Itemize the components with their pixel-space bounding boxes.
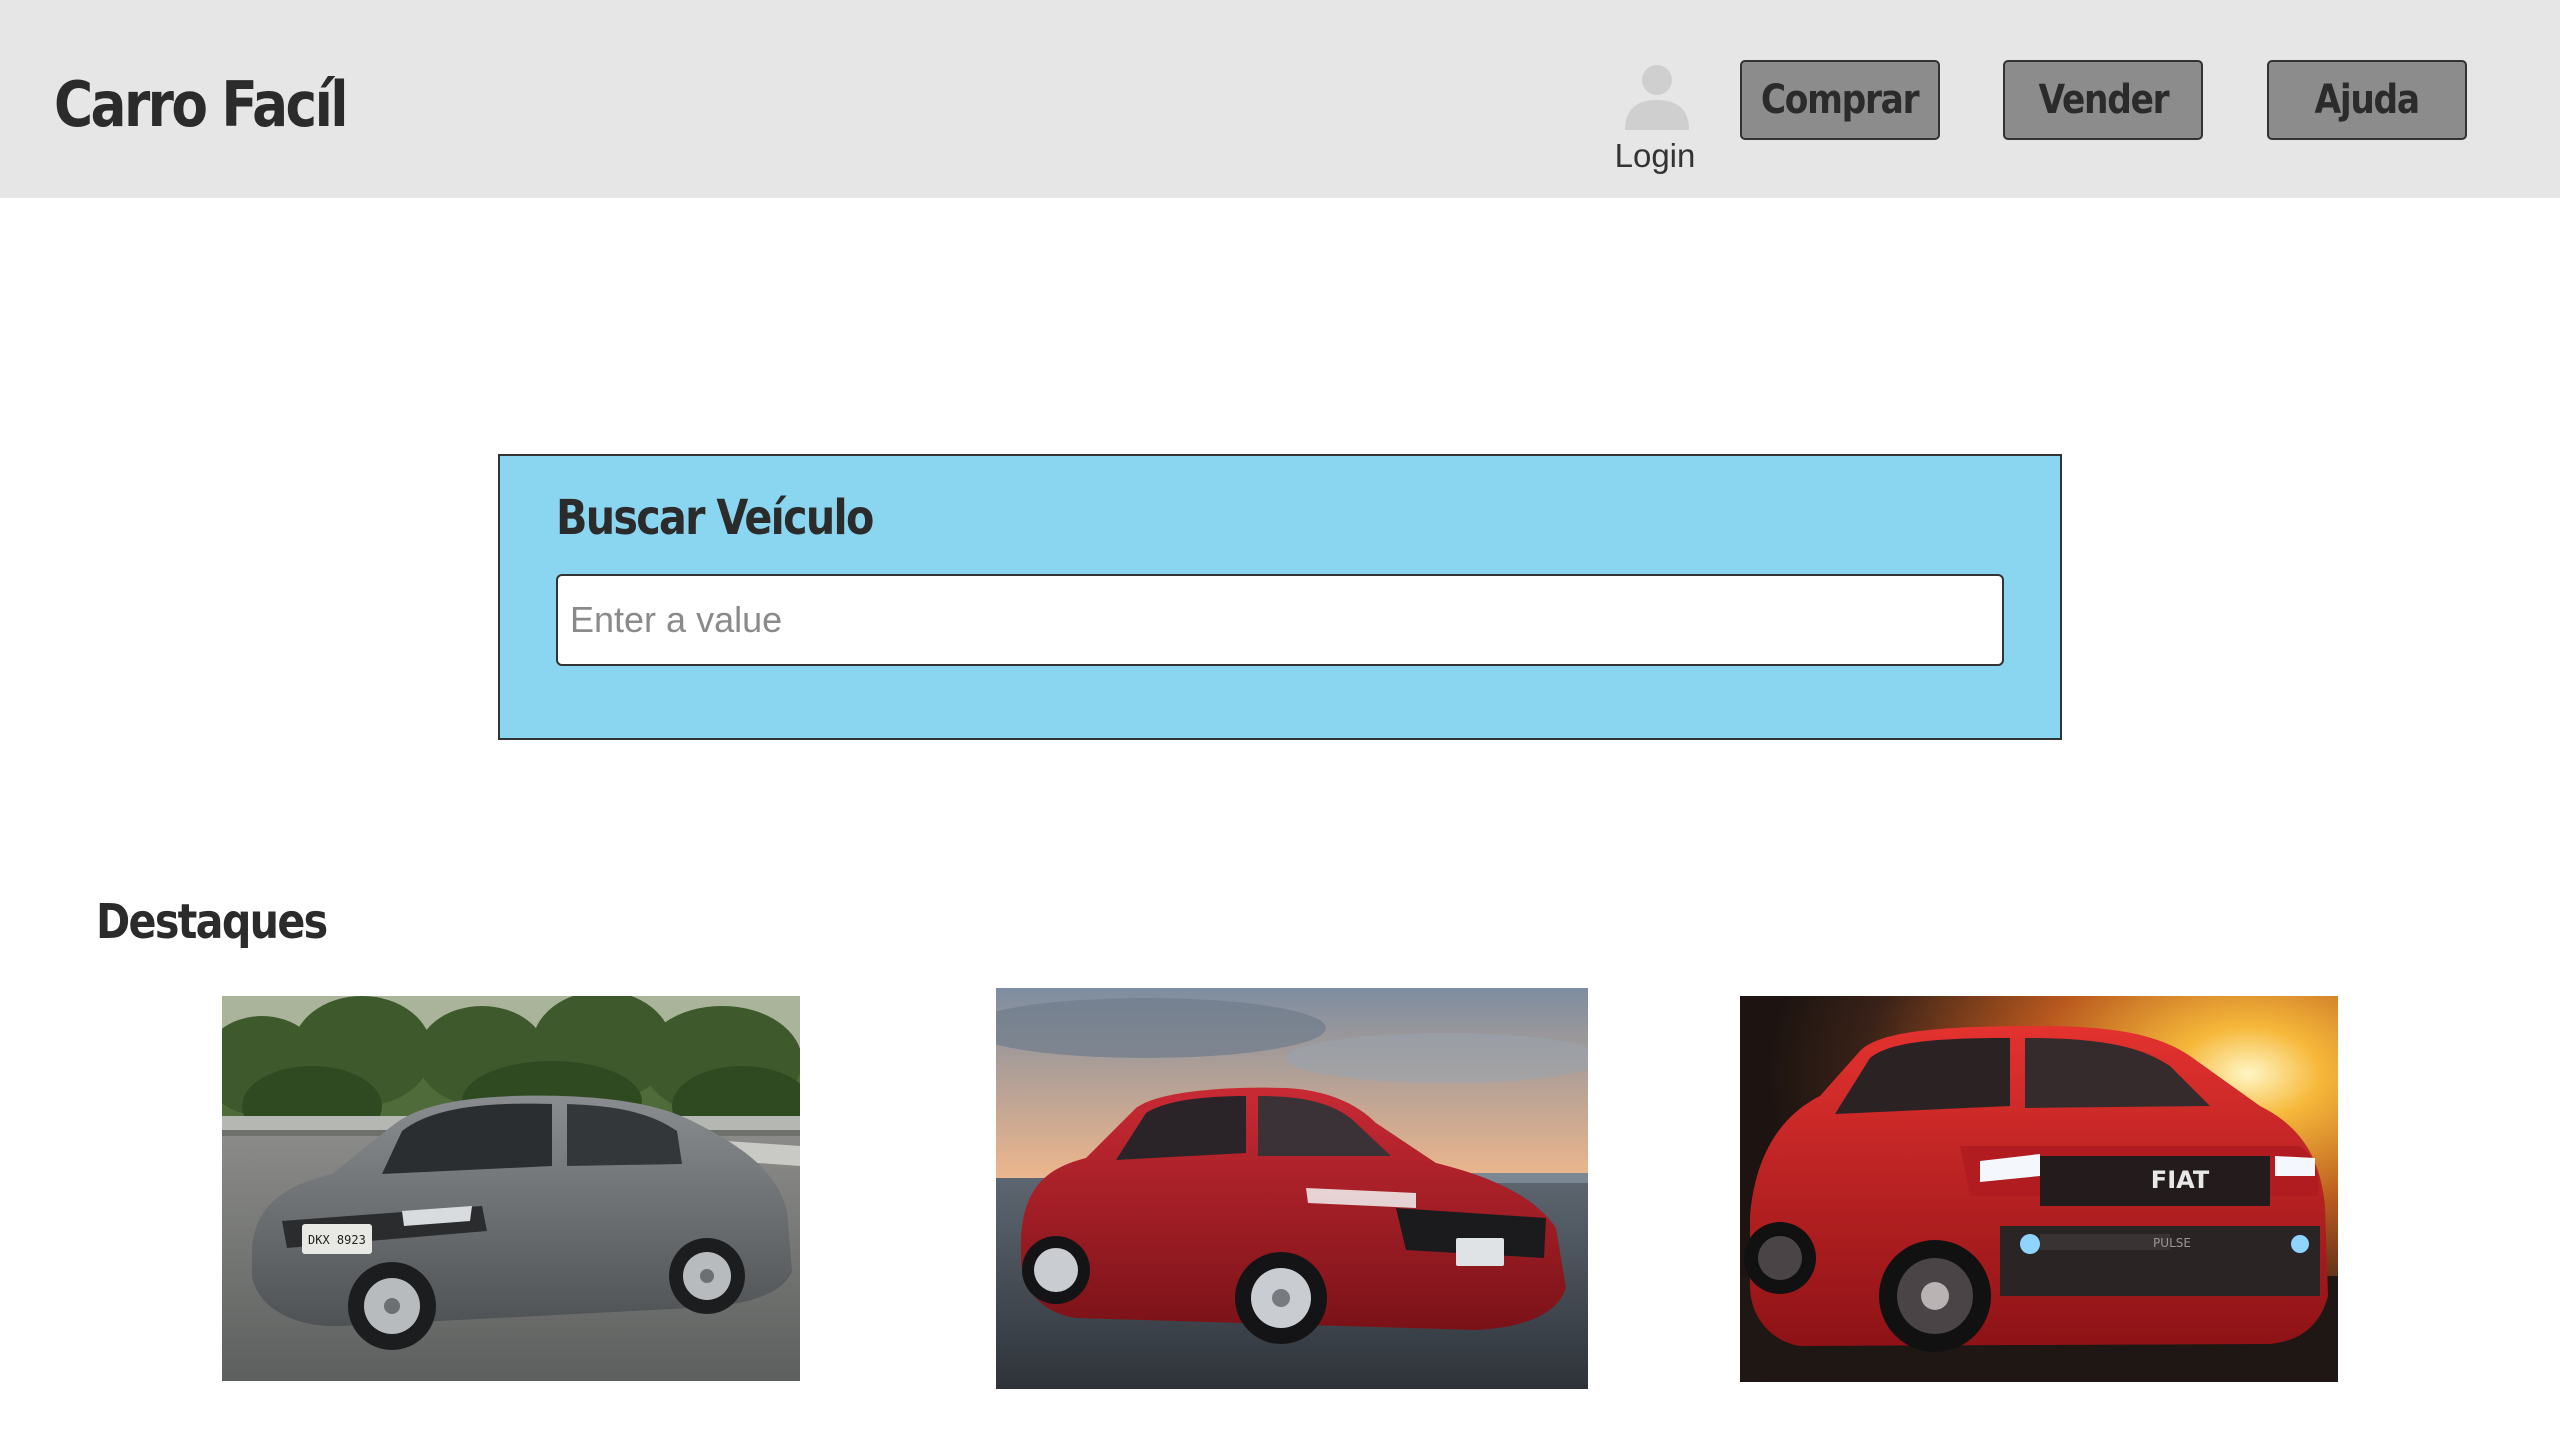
top-header: Carro Facíl Login Comprar Vender Ajuda (0, 0, 2560, 198)
help-button[interactable]: Ajuda (2267, 60, 2467, 140)
brand-logo[interactable]: Carro Facíl (54, 62, 349, 148)
plate-text: DKX 8923 (308, 1233, 366, 1247)
buy-button[interactable]: Comprar (1740, 60, 1940, 140)
featured-section-title: Destaques (96, 894, 328, 950)
login-button[interactable]: Login (1605, 64, 1705, 178)
sell-button[interactable]: Vender (2003, 60, 2203, 140)
buy-button-label: Comprar (1761, 77, 1920, 123)
pulse-model-text: PULSE (2153, 1236, 2191, 1250)
gray-sedan-image: DKX 8923 (222, 996, 800, 1381)
featured-car-red-hatchback[interactable] (996, 988, 1588, 1389)
login-label: Login (1614, 137, 1696, 174)
sell-button-label: Vender (2038, 77, 2169, 123)
red-hatchback-image (996, 988, 1588, 1389)
user-icon (1625, 65, 1689, 130)
featured-car-gray-sedan[interactable]: DKX 8923 (222, 996, 800, 1381)
help-button-label: Ajuda (2314, 77, 2421, 123)
red-suv-image: FIAT PULSE (1740, 996, 2338, 1382)
fiat-badge-text: FIAT (2151, 1166, 2210, 1194)
vehicle-search-input[interactable] (556, 574, 2004, 666)
vehicle-search-panel: Buscar Veículo (498, 454, 2062, 740)
featured-car-red-suv[interactable]: FIAT PULSE (1740, 996, 2338, 1382)
search-title: Buscar Veículo (556, 490, 874, 546)
